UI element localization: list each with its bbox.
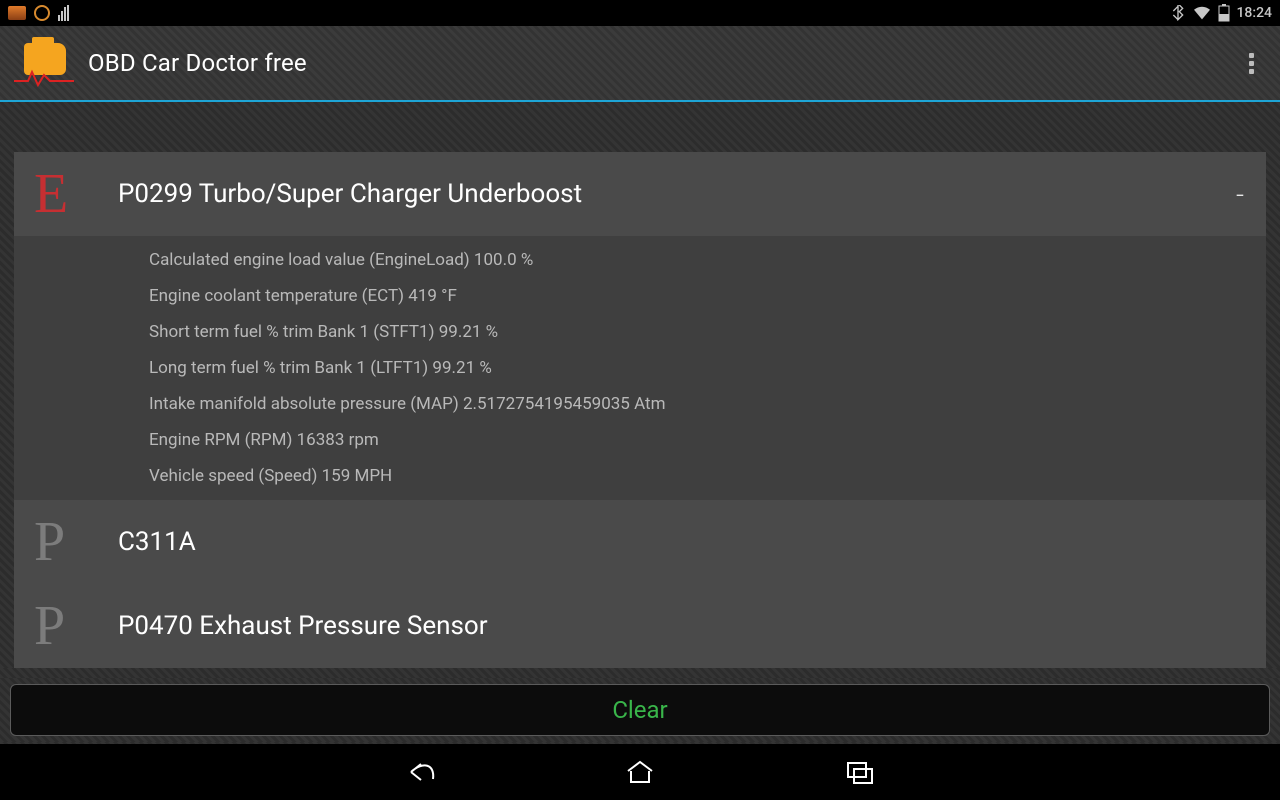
footer: Clear (0, 678, 1280, 742)
dtc-title: P0470 Exhaust Pressure Sensor (118, 611, 1244, 641)
recent-apps-button[interactable] (840, 752, 880, 792)
app-icon[interactable] (14, 39, 74, 87)
action-bar: OBD Car Doctor free (0, 26, 1280, 102)
clock: 18:24 (1236, 5, 1272, 21)
navigation-bar (0, 744, 1280, 800)
param-line: Engine RPM (RPM) 16383 rpm (14, 422, 1266, 458)
overflow-menu-button[interactable] (1237, 40, 1266, 87)
dtc-row[interactable]: P C311A (14, 500, 1266, 584)
back-button[interactable] (400, 752, 440, 792)
param-line: Vehicle speed (Speed) 159 MPH (14, 458, 1266, 494)
param-line: Engine coolant temperature (ECT) 419 °F (14, 278, 1266, 314)
dtc-type-letter: E (34, 166, 92, 222)
param-line: Calculated engine load value (EngineLoad… (14, 242, 1266, 278)
param-line: Intake manifold absolute pressure (MAP) … (14, 386, 1266, 422)
dtc-title: P0299 Turbo/Super Charger Underboost (118, 179, 1200, 209)
home-button[interactable] (620, 752, 660, 792)
dtc-title: C311A (118, 527, 1244, 557)
heartbeat-icon (14, 69, 74, 87)
dtc-type-letter: P (34, 598, 92, 654)
ring-notification-icon (34, 5, 50, 21)
dtc-type-letter: P (34, 514, 92, 570)
param-line: Short term fuel % trim Bank 1 (STFT1) 99… (14, 314, 1266, 350)
collapse-indicator: - (1226, 178, 1244, 211)
barcode-notification-icon (58, 5, 72, 21)
clear-button-label: Clear (612, 696, 667, 724)
status-bar: 18:24 (0, 0, 1280, 26)
dtc-list[interactable]: E P0299 Turbo/Super Charger Underboost- Ca… (14, 152, 1266, 668)
bluetooth-icon (1170, 5, 1186, 21)
dtc-row[interactable]: E P0299 Turbo/Super Charger Underboost- (14, 152, 1266, 236)
param-line: Long term fuel % trim Bank 1 (LTFT1) 99.… (14, 350, 1266, 386)
app-title: OBD Car Doctor free (88, 49, 307, 77)
battery-icon (1218, 4, 1230, 22)
clear-button[interactable]: Clear (10, 684, 1270, 736)
content-area: E P0299 Turbo/Super Charger Underboost- Ca… (0, 102, 1280, 744)
wifi-icon (1192, 5, 1212, 21)
engine-notification-icon (8, 6, 26, 20)
dtc-row[interactable]: P P0470 Exhaust Pressure Sensor (14, 584, 1266, 668)
freeze-frame-params: Calculated engine load value (EngineLoad… (14, 236, 1266, 500)
